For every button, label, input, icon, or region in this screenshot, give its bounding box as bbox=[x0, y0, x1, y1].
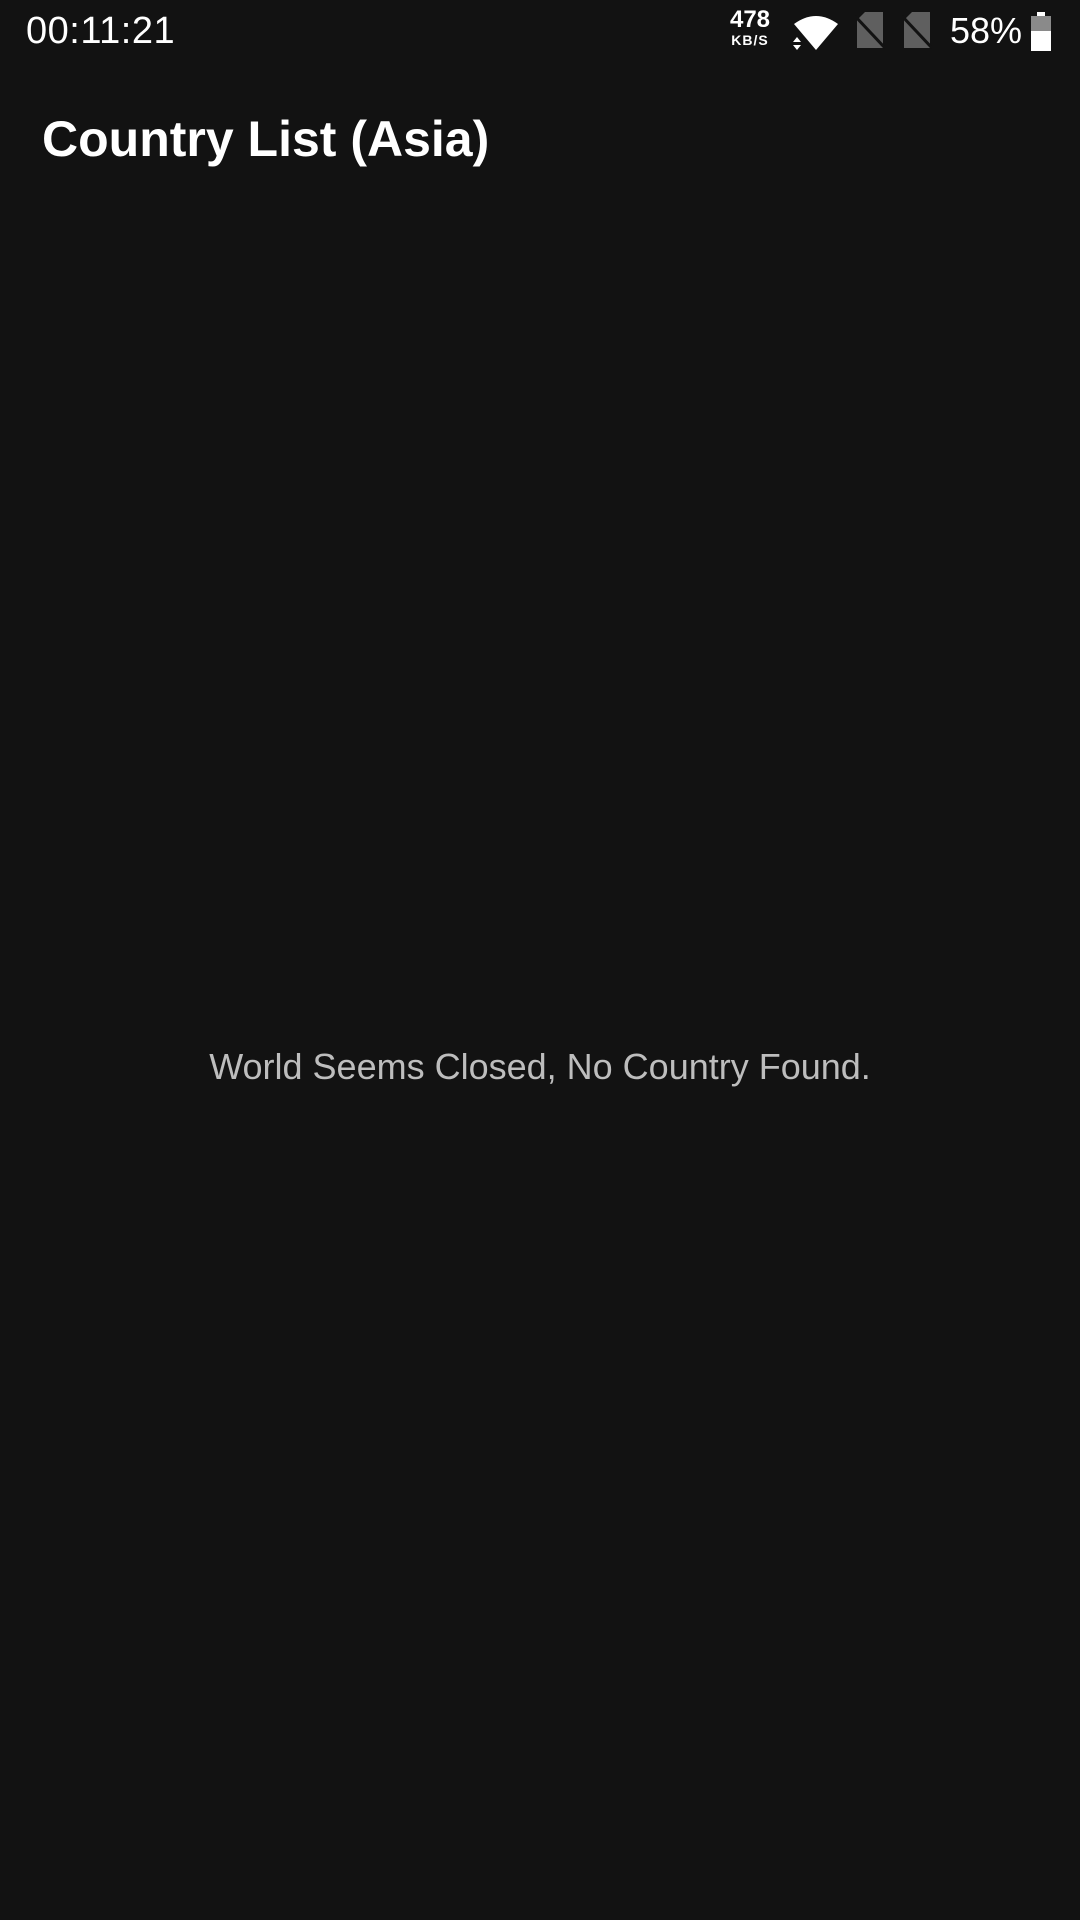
sim-off-icon bbox=[855, 12, 885, 50]
battery-percent: 58% bbox=[950, 10, 1023, 51]
network-speed-value: 478 bbox=[729, 6, 771, 33]
status-time: 00:11:21 bbox=[26, 10, 176, 52]
status-bar: 00:11:21 478 KB/S 58% bbox=[0, 0, 1080, 62]
sim-off-icon bbox=[902, 12, 932, 50]
network-speed-unit: KB/S bbox=[731, 32, 769, 48]
battery-icon bbox=[1031, 12, 1051, 51]
page-title: Country List (Asia) bbox=[42, 111, 490, 167]
wifi-icon bbox=[793, 16, 838, 50]
empty-state-message: World Seems Closed, No Country Found. bbox=[209, 1046, 871, 1087]
network-speed-indicator: 478 KB/S bbox=[722, 6, 778, 49]
